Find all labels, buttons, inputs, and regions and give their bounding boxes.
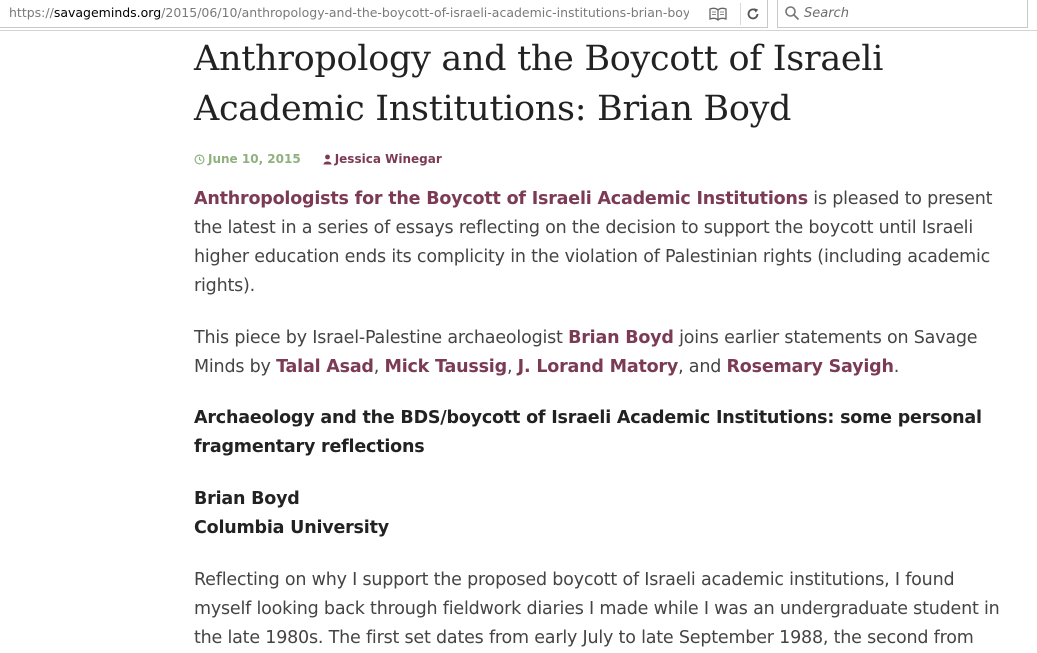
- clock-icon: [194, 154, 205, 164]
- post-date-link[interactable]: June 10, 2015: [194, 152, 301, 166]
- post-meta: June 10, 2015 Jessica Winegar: [194, 150, 1014, 168]
- search-bar[interactable]: [777, 0, 1028, 28]
- rosemary-sayigh-link[interactable]: Rosemary Sayigh: [727, 357, 894, 377]
- search-icon: [785, 6, 800, 21]
- post-date: June 10, 2015: [208, 152, 301, 166]
- brian-boyd-link[interactable]: Brian Boyd: [568, 328, 674, 348]
- essay-paragraph: Reflecting on why I support the proposed…: [194, 570, 1000, 648]
- reload-icon: [747, 8, 759, 20]
- context-text-3: ,: [373, 357, 385, 377]
- intro-paragraph: Anthropologists for the Boycott of Israe…: [194, 185, 1014, 301]
- post-author: Jessica Winegar: [334, 152, 442, 166]
- user-icon: [323, 154, 332, 164]
- url-text[interactable]: https://savageminds.org/2015/06/10/anthr…: [9, 5, 689, 20]
- address-bar[interactable]: https://savageminds.org/2015/06/10/anthr…: [0, 0, 768, 28]
- mick-taussig-link[interactable]: Mick Taussig: [385, 357, 508, 377]
- post-title: Anthropology and the Boycott of Israeli …: [194, 39, 884, 129]
- essay-heading: Archaeology and the BDS/boycott of Israe…: [194, 408, 982, 457]
- search-input[interactable]: [804, 3, 1019, 23]
- abaii-link[interactable]: Anthropologists for the Boycott of Israe…: [194, 189, 808, 209]
- context-paragraph: This piece by Israel-Palestine archaeolo…: [194, 324, 1014, 382]
- url-scheme: https://: [9, 5, 54, 20]
- context-text-4: ,: [506, 357, 518, 377]
- context-text-1: This piece by Israel-Palestine archaeolo…: [194, 328, 569, 348]
- url-path: /2015/06/10/anthropology-and-the-boycott…: [161, 5, 689, 20]
- essay-affiliation: Columbia University: [194, 518, 389, 538]
- article: Anthropology and the Boycott of Israeli …: [194, 34, 1014, 653]
- context-text-6: .: [893, 357, 900, 377]
- reader-view-icon: [709, 7, 727, 21]
- post-author-link[interactable]: Jessica Winegar: [323, 152, 442, 166]
- browser-toolbar: https://savageminds.org/2015/06/10/anthr…: [0, 0, 1037, 31]
- essay-author: Brian Boyd: [194, 489, 300, 509]
- essay-byline: Brian Boyd Columbia University: [194, 485, 1014, 543]
- reader-view-button[interactable]: [705, 3, 731, 25]
- reload-button[interactable]: [740, 3, 765, 25]
- lorand-matory-link[interactable]: J. Lorand Matory: [518, 357, 679, 377]
- talal-asad-link[interactable]: Talal Asad: [276, 357, 374, 377]
- url-host: savageminds.org: [53, 5, 162, 20]
- context-text-5: , and: [678, 357, 727, 377]
